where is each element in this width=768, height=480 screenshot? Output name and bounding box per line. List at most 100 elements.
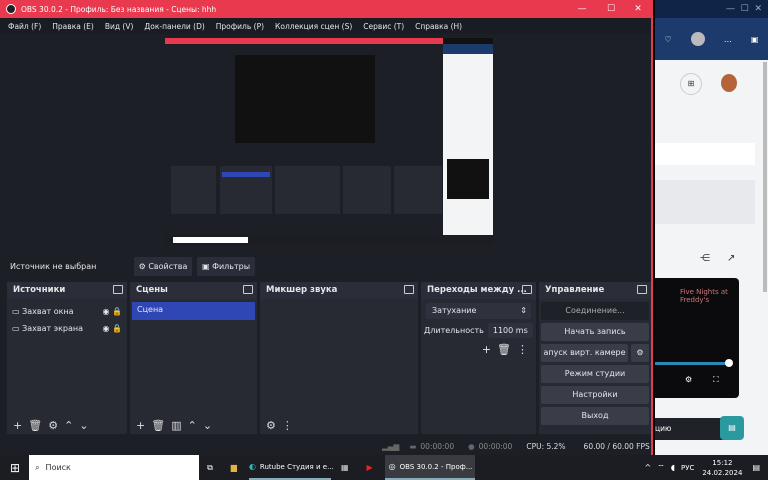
fullscreen-icon[interactable]: ⛶ bbox=[713, 375, 719, 385]
studio-mode-button[interactable]: Режим студии bbox=[541, 365, 649, 383]
windows-start-icon[interactable]: ⊞ bbox=[10, 461, 20, 475]
minimize-button[interactable]: — bbox=[568, 0, 596, 18]
add-icon[interactable]: + bbox=[13, 419, 22, 432]
mixer-dock: Микшер звука ⚙ ⋮ bbox=[260, 282, 418, 434]
edge-icon: ◐ bbox=[248, 462, 256, 471]
network-icon[interactable]: ⌔ bbox=[657, 463, 665, 473]
tray-chevron-icon[interactable]: ^ bbox=[645, 463, 652, 472]
up-icon[interactable]: ⌃ bbox=[64, 419, 73, 432]
menu-edit[interactable]: Правка (E) bbox=[52, 22, 94, 31]
scrollbar[interactable] bbox=[763, 62, 767, 292]
menu-view[interactable]: Вид (V) bbox=[105, 22, 134, 31]
source-item[interactable]: ▭ Захват окна ◉ 🔒 bbox=[12, 303, 122, 320]
add-icon[interactable]: + bbox=[482, 343, 491, 356]
scenes-title: Сцены bbox=[136, 285, 168, 295]
transition-select[interactable]: Затухание ⇕ bbox=[426, 303, 531, 319]
clock[interactable]: 15:12 24.02.2024 bbox=[702, 458, 742, 478]
video-progress[interactable] bbox=[655, 362, 728, 365]
favorites-icon[interactable]: ♡ bbox=[665, 35, 672, 44]
properties-button[interactable]: ⚙ Свойства bbox=[134, 257, 192, 276]
transition-type: Затухание bbox=[432, 306, 477, 315]
menu-tools[interactable]: Сервис (T) bbox=[363, 22, 404, 31]
filters-label: Фильтры bbox=[212, 262, 251, 271]
close-button[interactable]: ✕ bbox=[624, 0, 652, 18]
source-label: Захват окна bbox=[22, 307, 74, 316]
owl-avatar[interactable] bbox=[721, 74, 737, 92]
avatar[interactable] bbox=[690, 32, 705, 46]
stream-time: 00:00:00 bbox=[420, 441, 455, 451]
search-icon: ⌕ bbox=[35, 462, 40, 472]
taskbar-app-obs[interactable]: ◎ OBS 30.0.2 - Проф... bbox=[384, 455, 475, 480]
trash-icon[interactable]: 🗑 bbox=[151, 419, 165, 432]
preview-canvas[interactable] bbox=[165, 38, 493, 245]
down-icon[interactable]: ⌄ bbox=[203, 419, 212, 432]
youtube-icon[interactable]: ▶ bbox=[367, 463, 373, 472]
menu-profile[interactable]: Профиль (P) bbox=[216, 22, 264, 31]
trash-icon[interactable]: 🗑 bbox=[28, 419, 42, 432]
gear-icon[interactable]: ⚙ bbox=[685, 375, 692, 384]
cpu-usage: CPU: 5.2% bbox=[526, 441, 566, 451]
chat-icon[interactable]: ▤ bbox=[720, 416, 744, 440]
share-icon[interactable]: ⋲ bbox=[700, 253, 710, 264]
down-icon[interactable]: ⌄ bbox=[79, 419, 88, 432]
task-view-icon[interactable]: ⧉ bbox=[207, 463, 213, 473]
undock-icon[interactable] bbox=[404, 285, 414, 294]
duration-input[interactable]: 1100 ms bbox=[487, 323, 533, 338]
virtual-camera-button[interactable]: апуск вирт. камере bbox=[541, 344, 628, 362]
settings-button[interactable]: Настройки bbox=[541, 386, 649, 404]
scenes-dock: Сцены Сцена + 🗑 ▥ ⌃ ⌄ bbox=[130, 282, 257, 434]
duration-label: Длительность bbox=[424, 326, 484, 335]
menu-docks[interactable]: Док-панели (D) bbox=[144, 22, 204, 31]
menu-scene-collection[interactable]: Коллекция сцен (S) bbox=[275, 22, 352, 31]
app-label: Rutube Студия и е... bbox=[259, 462, 334, 471]
connecting-button[interactable]: Соединение... bbox=[541, 302, 649, 320]
video-player[interactable]: Five Nights at Freddy's ⚙ ⛶ bbox=[655, 278, 739, 398]
up-icon[interactable]: ⌃ bbox=[188, 419, 197, 432]
gear-icon[interactable]: ⚙ bbox=[48, 419, 58, 432]
undock-icon[interactable] bbox=[522, 285, 532, 294]
search-placeholder: Поиск bbox=[45, 463, 71, 472]
language-indicator[interactable]: РУС bbox=[681, 464, 694, 472]
properties-label: Свойства bbox=[148, 262, 188, 271]
no-source-label: Источник не выбран bbox=[10, 262, 97, 271]
store-icon[interactable]: ▦ bbox=[341, 463, 349, 472]
file-explorer-icon[interactable]: ▆ bbox=[231, 463, 237, 472]
video-title: Five Nights at Freddy's bbox=[680, 288, 728, 304]
record-time: 00:00:00 bbox=[478, 441, 513, 451]
sidebar-icon[interactable]: ▣ bbox=[751, 35, 759, 44]
filters-button[interactable]: ▣ Фильтры bbox=[197, 257, 255, 276]
search-box[interactable]: ⌕ Поиск bbox=[29, 455, 200, 480]
date: 24.02.2024 bbox=[702, 468, 743, 477]
maximize-button[interactable]: ☐ bbox=[597, 0, 625, 18]
notifications-icon[interactable]: ▤ bbox=[752, 463, 760, 472]
start-recording-button[interactable]: Начать запись bbox=[541, 323, 649, 341]
volume-icon[interactable]: ◖ bbox=[671, 463, 675, 472]
add-icon[interactable]: + bbox=[136, 419, 145, 432]
eye-icon[interactable]: ◉ 🔒 bbox=[103, 320, 122, 337]
more-icon[interactable]: ⋮ bbox=[517, 343, 528, 356]
exit-button[interactable]: Выход bbox=[541, 407, 649, 425]
taskbar-app-edge[interactable]: ◐ Rutube Студия и е... bbox=[248, 455, 334, 480]
undock-icon[interactable] bbox=[243, 285, 253, 294]
source-item[interactable]: ▭ Захват экрана ◉ 🔒 bbox=[12, 320, 122, 337]
menu-help[interactable]: Справка (H) bbox=[415, 22, 462, 31]
undock-icon[interactable] bbox=[637, 285, 647, 294]
obs-logo-icon bbox=[6, 4, 16, 14]
filter-icon[interactable]: ▥ bbox=[171, 419, 181, 432]
browser-window-controls[interactable]: — ☐ ✕ bbox=[655, 0, 768, 18]
eye-icon[interactable]: ◉ 🔒 bbox=[103, 303, 122, 320]
transitions-title: Переходы между ... bbox=[427, 285, 527, 295]
add-icon[interactable]: ⊞ bbox=[680, 73, 702, 95]
gear-icon[interactable]: ⚙ bbox=[631, 344, 649, 362]
status-bar: ▂▄▆ ▬ 00:00:00 ● 00:00:00 CPU: 5.2% 60.0… bbox=[0, 437, 651, 455]
menu-file[interactable]: Файл (F) bbox=[8, 22, 41, 31]
undock-icon[interactable] bbox=[113, 285, 123, 294]
external-link-icon[interactable]: ↗ bbox=[727, 253, 735, 264]
trash-icon[interactable]: 🗑 bbox=[497, 343, 511, 356]
mixer-settings-icon[interactable]: ⚙ bbox=[266, 419, 276, 432]
scene-item[interactable]: Сцена bbox=[132, 302, 255, 320]
taskbar: ⊞ ⌕ Поиск ⧉ ▆ ◐ Rutube Студия и е... ▦ ▶ ◎… bbox=[0, 455, 768, 480]
more-icon[interactable]: ⋮ bbox=[282, 419, 293, 432]
record-icon: ● bbox=[468, 441, 475, 451]
more-icon[interactable]: … bbox=[724, 35, 732, 44]
